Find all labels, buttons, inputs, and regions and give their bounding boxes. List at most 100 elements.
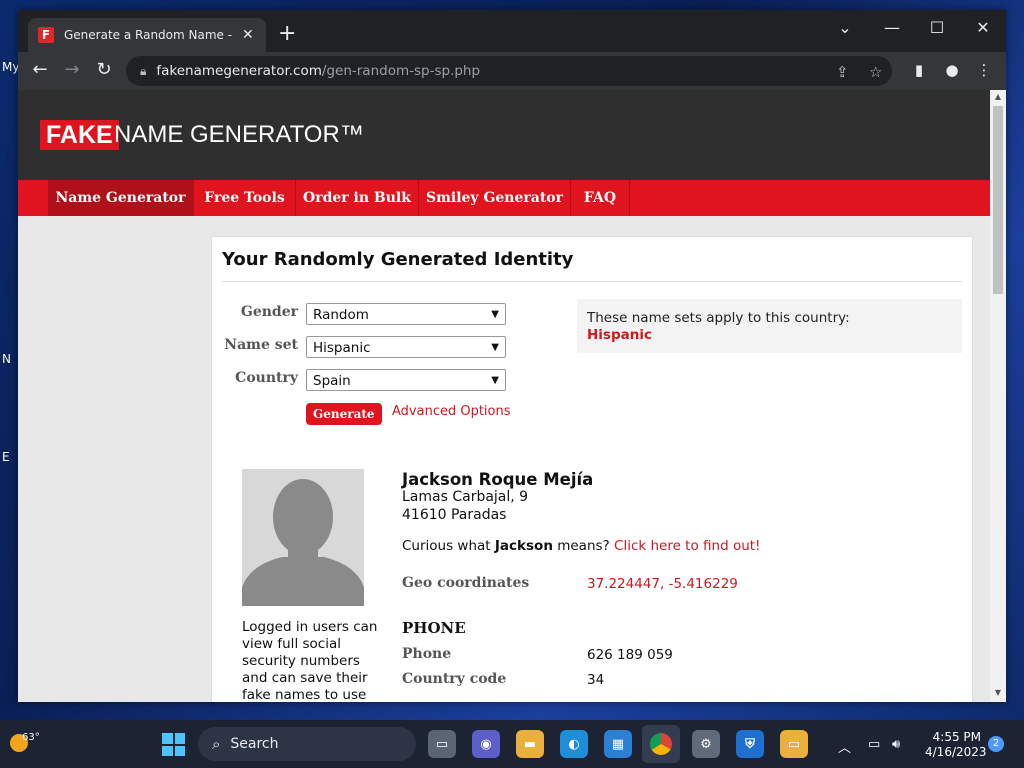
nameset-label: Name set (224, 337, 298, 353)
share-icon[interactable]: ⇪ (836, 63, 849, 81)
bookmark-star-icon[interactable]: ☆ (869, 63, 882, 81)
url-host: fakenamegenerator.com (156, 63, 322, 79)
gender-select-value: Random (313, 307, 369, 323)
identity-name: Jackson Roque Mejía (402, 470, 594, 489)
minimize-icon[interactable]: — (880, 18, 904, 37)
settings-gear-icon[interactable]: ⚙ (692, 730, 720, 758)
tab-search-icon[interactable]: ⌄ (833, 18, 857, 37)
close-window-icon[interactable]: ✕ (971, 18, 995, 37)
country-select[interactable]: Spain ▼ (306, 369, 506, 391)
phone-heading: PHONE (402, 619, 466, 637)
desktop-icon-label[interactable]: My (2, 60, 19, 74)
logo-name-generator[interactable]: NAME GENERATOR™ (114, 121, 364, 149)
phone-value: 626 189 059 (587, 647, 673, 663)
store-icon[interactable]: ▦ (604, 730, 632, 758)
tray-chevron-icon[interactable]: ︿ (838, 737, 851, 756)
nav-smiley-generator[interactable]: Smiley Generator (419, 180, 571, 216)
logo-fake[interactable]: FAKE (40, 120, 119, 150)
site-header: FAKE NAME GENERATOR™ (18, 90, 990, 180)
nav-name-generator[interactable]: Name Generator (48, 180, 194, 216)
browser-tab[interactable]: F Generate a Random Name - Ran ✕ (28, 18, 266, 52)
forward-icon[interactable]: → (60, 59, 84, 80)
desktop-icon-label[interactable]: E (2, 450, 10, 464)
lock-icon[interactable]: 🔒︎ (140, 64, 146, 79)
desktop-icon-label[interactable]: N (2, 352, 11, 366)
folder-icon[interactable]: ▭ (780, 730, 808, 758)
chrome-icon[interactable] (642, 725, 680, 763)
page-viewport: FAKE NAME GENERATOR™ Name Generator Free… (18, 90, 990, 702)
favicon-icon: F (38, 27, 54, 43)
country-code-label: Country code (402, 671, 507, 687)
nameset-select[interactable]: Hispanic ▼ (306, 336, 506, 358)
person-silhouette-icon (242, 469, 364, 606)
security-shield-icon[interactable]: ⛨ (736, 730, 764, 758)
back-icon[interactable]: ← (28, 59, 52, 80)
url-path: /gen-random-sp-sp.php (321, 63, 481, 79)
page-scrollbar[interactable]: ▲ ▼ (990, 90, 1006, 702)
geo-coordinates-link[interactable]: 37.224447, -5.416229 (587, 576, 738, 592)
volume-icon[interactable]: 🔊︎ (892, 737, 900, 752)
avatar (242, 469, 364, 606)
side-panel-icon[interactable]: ▮ (909, 61, 929, 79)
address-line-2: 41610 Paradas (402, 507, 507, 523)
name-meaning-link[interactable]: Click here to find out! (614, 538, 760, 554)
advanced-options-link[interactable]: Advanced Options (392, 404, 511, 419)
chat-icon[interactable]: ◉ (472, 730, 500, 758)
country-label: Country (235, 370, 298, 386)
gender-select[interactable]: Random ▼ (306, 303, 506, 325)
geo-label: Geo coordinates (402, 575, 530, 591)
scroll-thumb[interactable] (993, 106, 1003, 294)
search-icon: ⌕ (212, 735, 221, 753)
browser-window: F Generate a Random Name - Ran ✕ + ⌄ — ☐… (18, 10, 1006, 702)
close-tab-icon[interactable]: ✕ (242, 27, 254, 43)
tab-title: Generate a Random Name - Ran (64, 28, 236, 42)
scroll-down-icon[interactable]: ▼ (990, 688, 1006, 697)
curious-text: means? (552, 538, 615, 554)
chevron-down-icon: ▼ (491, 342, 499, 353)
identity-card: Your Randomly Generated Identity Gender … (211, 236, 973, 702)
chevron-down-icon: ▼ (491, 309, 499, 320)
scroll-up-icon[interactable]: ▲ (990, 92, 1006, 101)
taskbar-clock[interactable]: 4:55 PM 4/16/2023 (925, 730, 987, 760)
maximize-icon[interactable]: ☐ (925, 18, 949, 37)
country-code-value: 34 (587, 672, 605, 688)
curious-text: Curious what (402, 538, 495, 554)
nav-order-in-bulk[interactable]: Order in Bulk (296, 180, 419, 216)
reload-icon[interactable]: ↻ (92, 59, 116, 80)
clock-date: 4/16/2023 (925, 745, 987, 759)
namesets-info-text: These name sets apply to this country: (587, 310, 850, 326)
taskbar-search[interactable]: ⌕ Search (198, 727, 416, 761)
browser-toolbar: ← → ↻ 🔒︎ fakenamegenerator.com/gen-rando… (18, 52, 1006, 90)
task-view-icon[interactable]: ▭ (428, 730, 456, 758)
page-title: Your Randomly Generated Identity (222, 249, 574, 270)
phone-label: Phone (402, 646, 452, 662)
weather-temperature[interactable]: 63° (22, 732, 40, 743)
clock-time: 4:55 PM (932, 730, 981, 744)
file-explorer-icon[interactable]: ▬ (516, 730, 544, 758)
edge-browser-icon[interactable]: ◐ (560, 730, 588, 758)
first-name: Jackson (494, 538, 553, 554)
name-meaning-line: Curious what Jackson means? Click here t… (402, 538, 760, 554)
namesets-info-box: These name sets apply to this country: H… (577, 299, 962, 353)
country-select-value: Spain (313, 373, 351, 389)
nameset-select-value: Hispanic (313, 340, 371, 356)
tab-bar: F Generate a Random Name - Ran ✕ + ⌄ — ☐… (18, 10, 1006, 52)
gender-label: Gender (240, 304, 298, 320)
address-bar[interactable]: 🔒︎ fakenamegenerator.com/gen-random-sp-s… (126, 56, 892, 86)
menu-kebab-icon[interactable]: ⋮ (974, 61, 994, 79)
login-note: Logged in users can view full social sec… (242, 619, 378, 702)
address-line-1: Lamas Carbajal, 9 (402, 489, 529, 505)
chevron-down-icon: ▼ (491, 375, 499, 386)
nav-faq[interactable]: FAQ (571, 180, 630, 216)
windows-start-icon[interactable] (162, 733, 185, 756)
divider (222, 281, 962, 282)
notification-badge[interactable]: 2 (988, 736, 1004, 752)
new-tab-icon[interactable]: + (278, 23, 296, 45)
profile-icon[interactable]: ● (942, 61, 962, 79)
main-nav: Name Generator Free Tools Order in Bulk … (18, 180, 990, 216)
namesets-info-value: Hispanic (587, 327, 652, 343)
search-label: Search (230, 736, 279, 752)
nav-free-tools[interactable]: Free Tools (194, 180, 296, 216)
network-icon[interactable]: ▭ (868, 737, 880, 752)
generate-button[interactable]: Generate (306, 403, 382, 425)
